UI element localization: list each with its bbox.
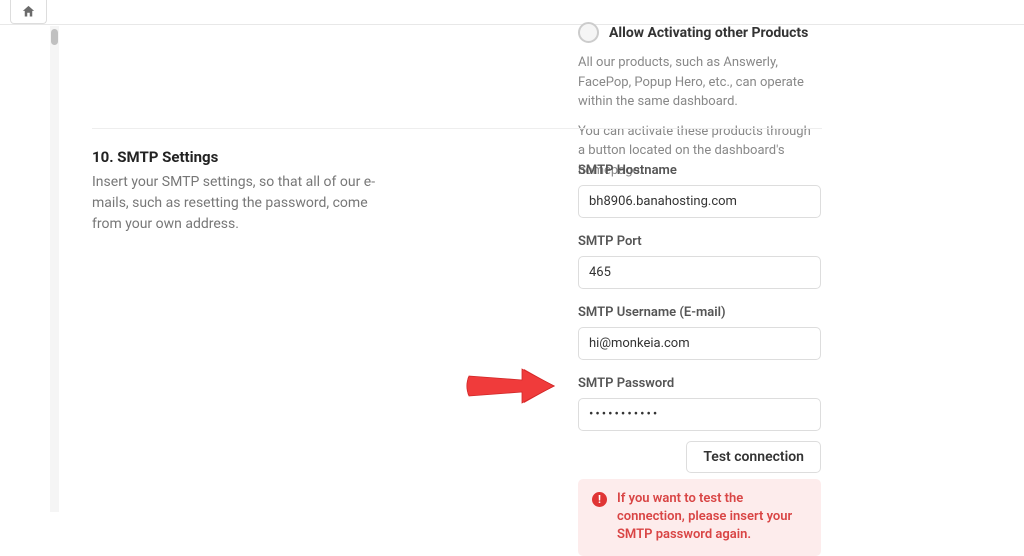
- smtp-username-input[interactable]: [578, 327, 821, 360]
- allow-activating-row: Allow Activating other Products: [578, 22, 821, 43]
- smtp-hostname-label: SMTP Hostname: [578, 163, 821, 178]
- smtp-section-title: 10. SMTP Settings: [92, 148, 394, 166]
- allow-activating-desc-1: All our products, such as Answerly, Face…: [578, 53, 821, 112]
- scrollbar-thumb[interactable]: [51, 29, 58, 45]
- header-divider: [0, 24, 1024, 25]
- smtp-port-input[interactable]: [578, 256, 821, 289]
- smtp-hostname-input[interactable]: [578, 185, 821, 218]
- smtp-password-input[interactable]: [578, 398, 821, 431]
- alert-box: If you want to test the connection, plea…: [578, 479, 821, 556]
- allow-activating-label: Allow Activating other Products: [609, 25, 808, 41]
- test-connection-button[interactable]: Test connection: [686, 441, 821, 473]
- smtp-password-label: SMTP Password: [578, 376, 821, 391]
- smtp-port-label: SMTP Port: [578, 234, 821, 249]
- scrollbar[interactable]: [50, 26, 59, 512]
- smtp-username-label: SMTP Username (E-mail): [578, 305, 821, 320]
- home-icon: [21, 4, 36, 19]
- home-button[interactable]: [10, 0, 47, 24]
- pointer-arrow: [464, 363, 556, 409]
- allow-activating-toggle[interactable]: [578, 22, 599, 43]
- alert-icon: [592, 492, 607, 507]
- alert-text: If you want to test the connection, plea…: [617, 490, 807, 545]
- section-divider: [92, 128, 822, 129]
- smtp-section-desc: Insert your SMTP settings, so that all o…: [92, 172, 394, 235]
